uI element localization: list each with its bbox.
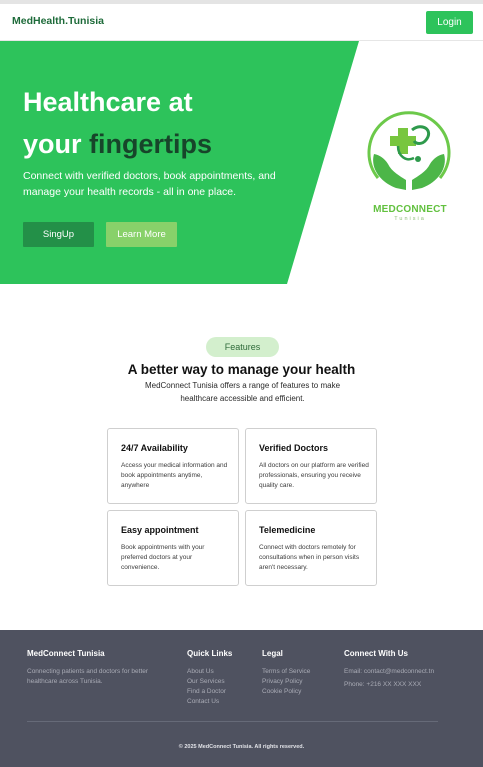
footer-quick-links-title: Quick Links — [187, 649, 233, 658]
feature-card-text: All doctors on our platform are verified… — [259, 462, 369, 489]
learn-more-button[interactable]: Learn More — [106, 222, 177, 247]
login-button[interactable]: Login — [426, 11, 473, 34]
hero-section: Healthcare at your fingertips Connect wi… — [0, 41, 483, 284]
hero-title: Healthcare at your fingertips — [23, 81, 323, 165]
feature-card-text: Connect with doctors remotely for consul… — [259, 544, 360, 571]
feature-card-verified-doctors: Verified Doctors All doctors on our plat… — [245, 428, 377, 504]
features-subtitle: MedConnect Tunisia offers a range of fea… — [144, 381, 341, 403]
footer-link-our-services[interactable]: Our Services — [187, 678, 225, 685]
medical-cross-hands-icon — [367, 111, 451, 190]
footer: MedConnect Tunisia Connecting patients a… — [0, 630, 483, 767]
signup-button[interactable]: SingUp — [23, 222, 94, 247]
footer-email[interactable]: Email: contact@medconnect.tn — [344, 668, 434, 675]
footer-divider — [27, 721, 438, 722]
hero-title-line1: Healthcare at — [23, 87, 193, 117]
feature-card-title: 24/7 Availability — [121, 443, 188, 453]
medconnect-logo: MEDCONNECT Tunisia — [360, 102, 458, 222]
footer-link-about-us[interactable]: About Us — [187, 668, 214, 675]
feature-card-title: Verified Doctors — [259, 443, 329, 453]
features-badge: Features — [206, 337, 279, 357]
navbar: MedHealth.Tunisia Login — [0, 4, 483, 41]
footer-link-contact-us[interactable]: Contact Us — [187, 698, 219, 705]
hero-title-accent: fingertips — [89, 129, 213, 159]
feature-card-text: Book appointments with your preferred do… — [121, 544, 205, 571]
feature-card-availability: 24/7 Availability Access your medical in… — [107, 428, 239, 504]
footer-brand-title: MedConnect Tunisia — [27, 649, 105, 658]
feature-card-telemedicine: Telemedicine Connect with doctors remote… — [245, 510, 377, 586]
feature-card-title: Easy appointment — [121, 525, 199, 535]
features-title: A better way to manage your health — [127, 362, 356, 377]
footer-copyright: © 2025 MedConnect Tunisia. All rights re… — [178, 744, 305, 750]
logo-name: MEDCONNECT — [373, 204, 447, 215]
feature-card-text: Access your medical information and book… — [121, 462, 228, 489]
footer-link-find-doctor[interactable]: Find a Doctor — [187, 688, 226, 695]
footer-legal-title: Legal — [262, 649, 283, 658]
hero-title-line2-prefix: your — [23, 129, 90, 159]
footer-phone[interactable]: Phone: +216 XX XXX XXX — [344, 681, 421, 688]
brand-logo-text[interactable]: MedHealth.Tunisia — [12, 15, 104, 27]
footer-brand-text: Connecting patients and doctors for bett… — [27, 668, 149, 685]
footer-link-privacy[interactable]: Privacy Policy — [262, 678, 302, 685]
logo-subtitle: Tunisia — [394, 216, 426, 222]
hero-subtitle: Connect with verified doctors, book appo… — [23, 170, 276, 198]
footer-link-cookie[interactable]: Cookie Policy — [262, 688, 301, 695]
footer-link-terms[interactable]: Terms of Service — [262, 668, 310, 675]
feature-card-title: Telemedicine — [259, 525, 316, 535]
footer-connect-title: Connect With Us — [344, 649, 408, 658]
feature-card-easy-appointment: Easy appointment Book appointments with … — [107, 510, 239, 586]
